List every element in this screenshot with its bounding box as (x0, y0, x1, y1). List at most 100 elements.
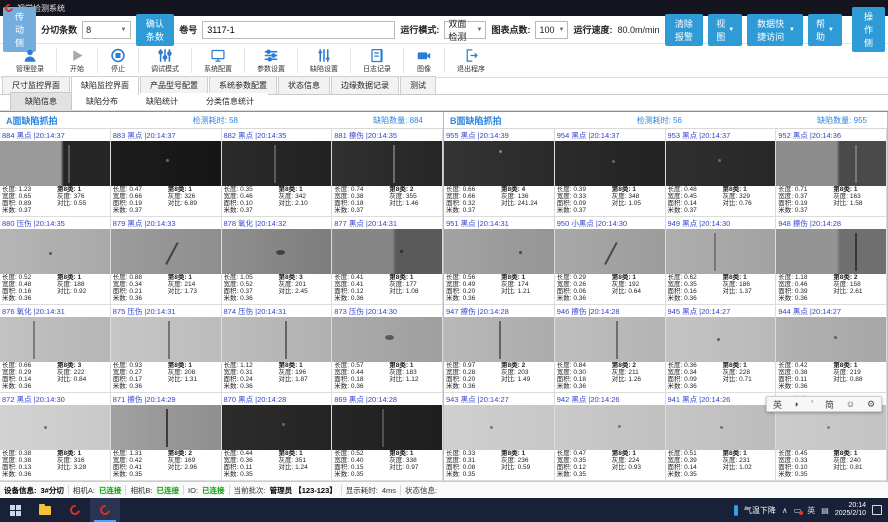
slit-count-select[interactable]: 8▼ (82, 21, 130, 39)
clear-alarm-button[interactable]: 清除报警 (665, 14, 704, 46)
action-person[interactable]: 管理登录 (4, 44, 56, 77)
action-params-sliders[interactable]: 参数设置 (245, 44, 297, 77)
defect-cell-879[interactable]: 879 黑点 |20:14:33长度: 0.88宽度: 0.34面积: 0.21… (111, 217, 222, 305)
defect-cell-944[interactable]: 944 黑点 |20:14:27长度: 0.42宽度: 0.38面积: 0.11… (776, 305, 887, 393)
action-defect-sliders[interactable]: 缺陷设置 (298, 44, 350, 77)
view-menu-label: 视图 (716, 17, 725, 43)
defect-details: 长度: 1.12宽度: 0.31面积: 0.24米数: 0.36第8类: 1灰度… (222, 362, 332, 392)
app-shortcut-button[interactable] (60, 498, 90, 522)
defect-cell-942[interactable]: 942 黑点 |20:14:26长度: 0.47宽度: 0.35面积: 0.12… (555, 393, 666, 481)
defect-cell-874[interactable]: 874 压伤 |20:14:31长度: 1.12宽度: 0.31面积: 0.24… (222, 305, 333, 393)
help-menu-button[interactable]: 帮助▼ (808, 14, 842, 46)
tray-expand-icon[interactable]: ∧ (782, 506, 788, 515)
data-quick-access-button[interactable]: 数据快捷访问▼ (747, 14, 803, 46)
defect-cell-872[interactable]: 872 黑点 |20:14:30长度: 0.38宽度: 0.38面积: 0.13… (0, 393, 111, 481)
defect-cell-947[interactable]: 947 擦伤 |20:14:28长度: 0.97宽度: 0.28面积: 0.20… (444, 305, 555, 393)
ime-lang-en[interactable]: 英 (773, 398, 782, 411)
defect-details: 长度: 0.47宽度: 0.35面积: 0.12米数: 0.35第8类: 1灰度… (555, 450, 665, 480)
action-monitor[interactable]: 系统配置 (192, 44, 244, 77)
defect-cell-869[interactable]: 869 黑点 |20:14:28长度: 0.52宽度: 0.40面积: 0.15… (332, 393, 443, 481)
windows-logo-icon (10, 505, 21, 516)
subtab-0[interactable]: 缺陷信息 (10, 92, 72, 110)
start-button[interactable] (0, 498, 30, 522)
defect-cell-954[interactable]: 954 黑点 |20:14:37长度: 0.39宽度: 0.33面积: 0.09… (555, 129, 666, 217)
confirm-count-button[interactable]: 确认条数 (136, 14, 175, 46)
defect-cell-876[interactable]: 876 氧化 |20:14:31长度: 0.66宽度: 0.29面积: 0.14… (0, 305, 111, 393)
action-stop[interactable]: 停止 (98, 44, 138, 77)
tab-3[interactable]: 系统参数配置 (209, 76, 277, 94)
defect-cell-881[interactable]: 881 擦伤 |20:14:35长度: 0.74宽度: 0.38面积: 0.18… (332, 129, 443, 217)
tab-4[interactable]: 状态信息 (278, 76, 330, 94)
defect-details: 长度: 1.31宽度: 0.42面积: 0.41米数: 0.35第8类: 2灰度… (111, 450, 221, 480)
defect-cell-875[interactable]: 875 压伤 |20:14:31长度: 0.93宽度: 0.27面积: 0.17… (111, 305, 222, 393)
action-play[interactable]: 开始 (57, 44, 97, 77)
running-app-button[interactable] (90, 498, 120, 522)
network-icon[interactable]: ▭ (794, 506, 802, 515)
notification-center-icon[interactable] (872, 505, 882, 515)
defect-cell-952[interactable]: 952 黑点 |20:14:36长度: 0.71宽度: 0.37面积: 0.19… (776, 129, 887, 217)
defect-mark (165, 242, 178, 265)
defect-cell-948[interactable]: 948 擦伤 |20:14:28长度: 1.18宽度: 0.46面积: 0.39… (776, 217, 887, 305)
defect-details: 长度: 0.48宽度: 0.45面积: 0.14米数: 0.37第8类: 1灰度… (666, 186, 776, 216)
touch-keyboard-icon[interactable]: ▤ (821, 506, 829, 515)
view-menu-button[interactable]: 视图▼ (708, 14, 742, 46)
defect-cell-884[interactable]: 884 黑点 |20:14:37长度: 1.23宽度: 0.65面积: 0.89… (0, 129, 111, 217)
roll-number-input[interactable] (202, 21, 395, 39)
defect-sliders-icon (316, 48, 332, 63)
tab-6[interactable]: 测试 (400, 76, 436, 94)
help-menu-label: 帮助 (816, 17, 825, 43)
defect-cell-883[interactable]: 883 黑点 |20:14:37长度: 0.47宽度: 0.66面积: 0.19… (111, 129, 222, 217)
defect-thumbnail (111, 405, 221, 450)
action-debug-sliders[interactable]: 调试模式 (139, 44, 191, 77)
tab-2[interactable]: 产品型号配置 (140, 76, 208, 94)
defect-cell-941[interactable]: 941 黑点 |20:14:26长度: 0.51宽度: 0.39面积: 0.14… (666, 393, 777, 481)
chart-points-select[interactable]: 100▼ (535, 21, 568, 39)
defect-cell-949[interactable]: 949 黑点 |20:14:30长度: 0.62宽度: 0.35面积: 0.16… (666, 217, 777, 305)
action-log[interactable]: 日志记录 (351, 44, 403, 77)
panel-a-grid: 884 黑点 |20:14:37长度: 1.23宽度: 0.65面积: 0.89… (0, 129, 443, 481)
weather-text[interactable]: 气温下降 (744, 505, 776, 516)
run-mode-value: 双面检测 (448, 17, 472, 43)
subtab-1[interactable]: 缺陷分布 (72, 93, 132, 110)
sub-tabs: 缺陷信息缺陷分布缺陷统计分类信息统计 (0, 95, 888, 111)
file-explorer-button[interactable] (30, 498, 60, 522)
subtab-3[interactable]: 分类信息统计 (192, 93, 268, 110)
thermometer-icon[interactable] (734, 505, 738, 516)
camera-icon (416, 48, 432, 63)
ime-gear-icon[interactable]: ⚙ (867, 399, 875, 410)
defect-cell-871[interactable]: 871 擦伤 |20:14:29长度: 1.31宽度: 0.42面积: 0.41… (111, 393, 222, 481)
defect-thumbnail (776, 317, 886, 362)
defect-cell-870[interactable]: 870 黑点 |20:14:28长度: 0.44宽度: 0.36面积: 0.11… (222, 393, 333, 481)
run-mode-select[interactable]: 双面检测▼ (444, 21, 486, 39)
tab-5[interactable]: 边缘数据记录 (331, 76, 399, 94)
defect-cell-873[interactable]: 873 压伤 |20:14:30长度: 0.57宽度: 0.44面积: 0.18… (332, 305, 443, 393)
defect-cell-header: 870 黑点 |20:14:28 (222, 393, 332, 405)
speed-value: 80.0m/min (617, 25, 659, 35)
defect-cell-950[interactable]: 950 小黑点 |20:14:30长度: 0.29宽度: 0.26面积: 0.0… (555, 217, 666, 305)
subtab-2[interactable]: 缺陷统计 (132, 93, 192, 110)
ime-lang-simplified[interactable]: 简 (825, 398, 834, 411)
ime-pen-icon[interactable]: ◗ (794, 399, 799, 409)
action-exit[interactable]: 退出程序 (445, 44, 497, 77)
ime-smiley-icon[interactable]: ☺ (846, 399, 855, 409)
defect-cell-880[interactable]: 880 压伤 |20:14:35长度: 0.52宽度: 0.48面积: 0.16… (0, 217, 111, 305)
defect-cell-943[interactable]: 943 黑点 |20:14:27长度: 0.33宽度: 0.31面积: 0.08… (444, 393, 555, 481)
defect-cell-877[interactable]: 877 黑点 |20:14:31长度: 0.41宽度: 0.41面积: 0.12… (332, 217, 443, 305)
defect-cell-955[interactable]: 955 黑点 |20:14:39长度: 0.66宽度: 0.66面积: 0.32… (444, 129, 555, 217)
defect-cell-945[interactable]: 945 黑点 |20:14:27长度: 0.36宽度: 0.34面积: 0.09… (666, 305, 777, 393)
defect-mark (855, 145, 857, 183)
action-camera[interactable]: 图像 (404, 44, 444, 77)
defect-cell-953[interactable]: 953 黑点 |20:14:37长度: 0.48宽度: 0.45面积: 0.14… (666, 129, 777, 217)
defect-mark (166, 409, 168, 447)
ime-apostrophe[interactable]: ’ (811, 399, 813, 409)
defect-mark (827, 426, 830, 429)
defect-cell-878[interactable]: 878 氧化 |20:14:32长度: 1.05宽度: 0.52面积: 0.37… (222, 217, 333, 305)
defect-cell-882[interactable]: 882 黑点 |20:14:35长度: 0.35宽度: 0.46面积: 0.10… (222, 129, 333, 217)
defect-cell-946[interactable]: 946 擦伤 |20:14:28长度: 0.84宽度: 0.30面积: 0.18… (555, 305, 666, 393)
defect-thumbnail (111, 317, 221, 362)
operator-side-button[interactable]: 操作侧 (852, 7, 885, 52)
taskbar-clock[interactable]: 20:14 2025/2/10 (835, 502, 866, 518)
tab-1[interactable]: 缺陷监控界面 (71, 76, 139, 95)
ime-indicator[interactable]: 英 (807, 505, 815, 516)
defect-cell-951[interactable]: 951 黑点 |20:14:31长度: 0.56宽度: 0.49面积: 0.20… (444, 217, 555, 305)
